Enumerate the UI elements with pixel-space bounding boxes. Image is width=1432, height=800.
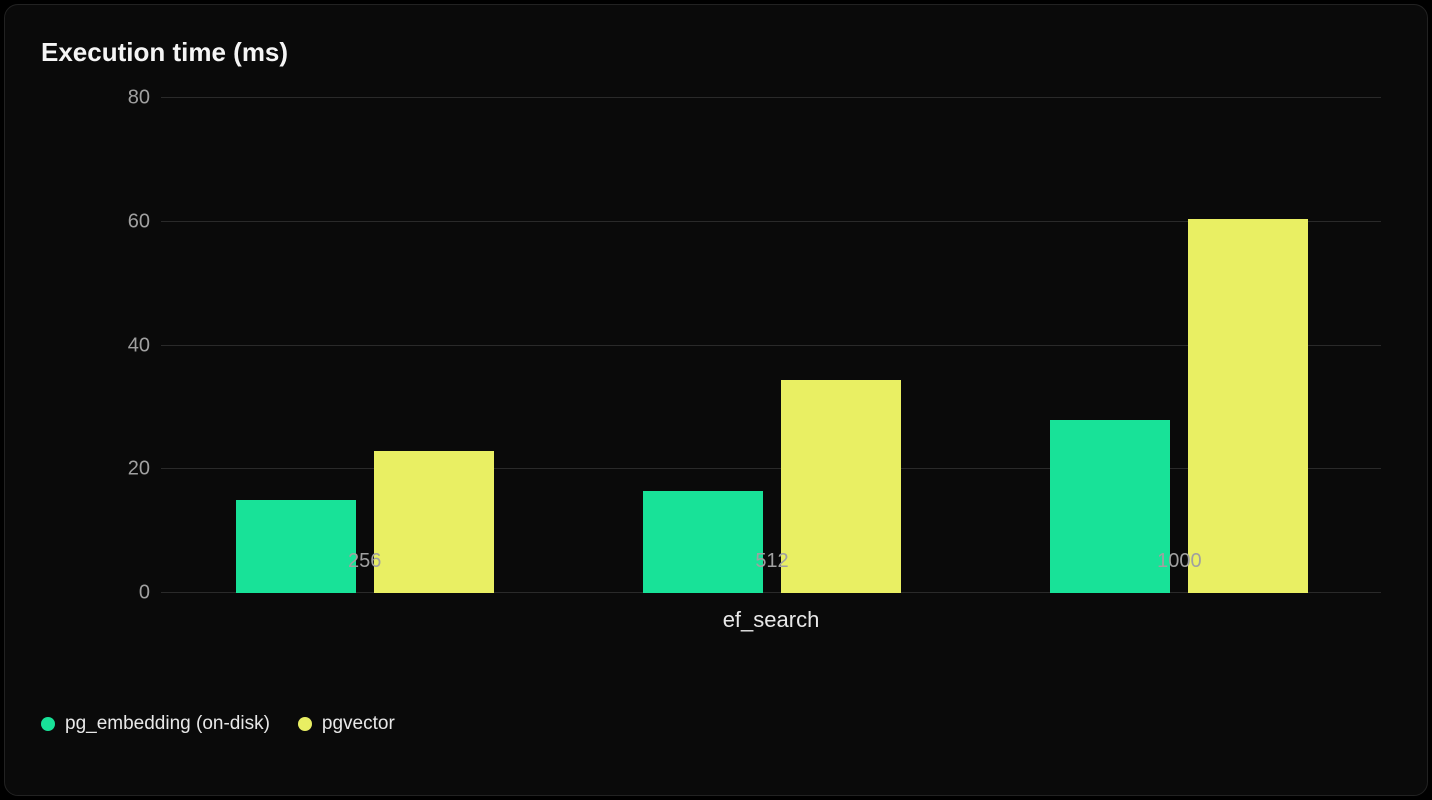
y-tick-label: 20	[95, 458, 150, 481]
plot-wrap: ef_search 256 512 1000 0 20 40 60 80	[41, 88, 1391, 653]
chart-title: Execution time (ms)	[41, 37, 1391, 68]
x-tick-label: 256	[348, 550, 381, 573]
x-tick-label: 512	[755, 550, 788, 573]
gridline	[161, 97, 1381, 98]
legend: pg_embedding (on-disk) pgvector	[41, 713, 1391, 735]
legend-item: pg_embedding (on-disk)	[41, 713, 270, 735]
bar-pg-embedding-on-disk-	[236, 500, 356, 593]
bar-pg-embedding-on-disk-	[643, 491, 763, 593]
y-tick-label: 40	[95, 334, 150, 357]
plot-area: ef_search 2565121000	[161, 98, 1381, 593]
bar-pgvector	[374, 451, 494, 593]
legend-swatch	[41, 717, 55, 731]
bar-pgvector	[781, 380, 901, 593]
legend-label: pg_embedding (on-disk)	[65, 713, 270, 735]
legend-item: pgvector	[298, 713, 395, 735]
chart-panel: Execution time (ms) ef_search 256 512 1000…	[4, 4, 1428, 796]
legend-label: pgvector	[322, 713, 395, 735]
bar-pg-embedding-on-disk-	[1050, 420, 1170, 593]
y-tick-label: 80	[95, 87, 150, 110]
y-tick-label: 60	[95, 210, 150, 233]
x-tick-label: 1000	[1157, 550, 1202, 573]
x-axis-label: ef_search	[723, 607, 820, 633]
legend-swatch	[298, 717, 312, 731]
y-tick-label: 0	[95, 582, 150, 605]
bar-pgvector	[1188, 219, 1308, 593]
